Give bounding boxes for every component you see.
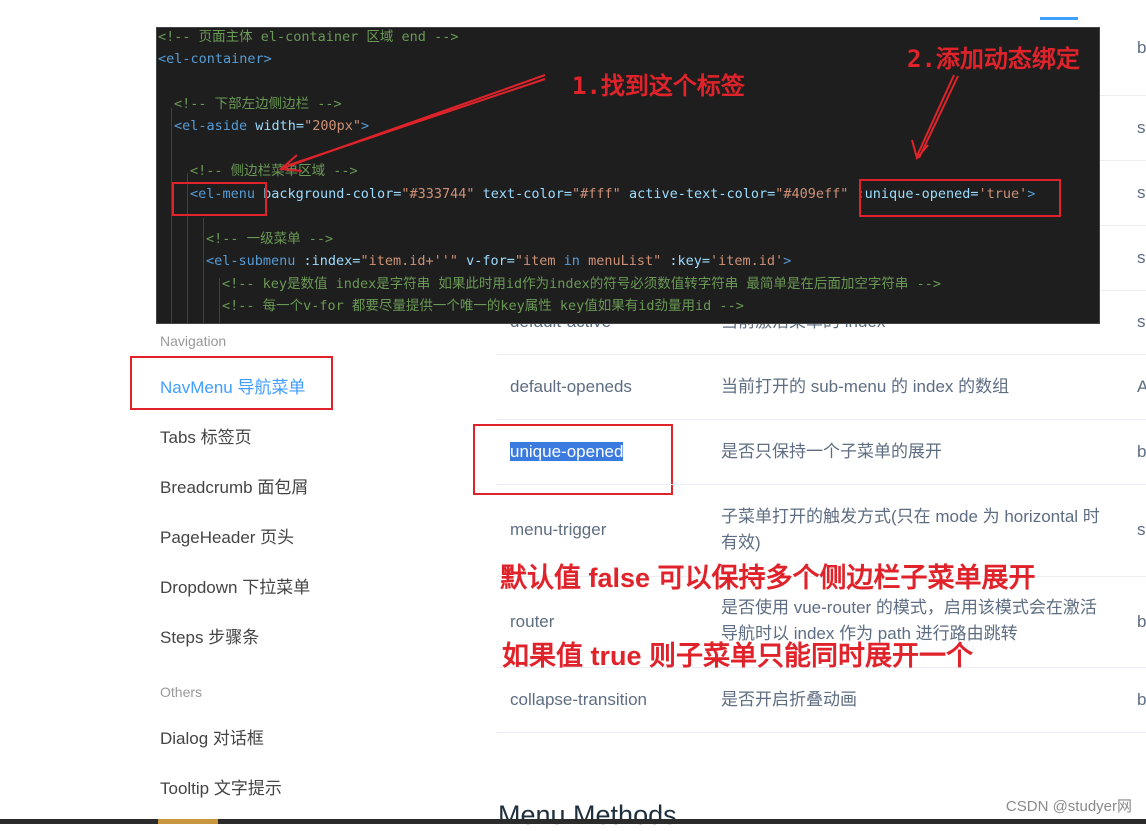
row-divider (497, 484, 1146, 485)
sidebar-item-dialog[interactable]: Dialog 对话框 (160, 724, 264, 749)
sidebar-item-steps[interactable]: Steps 步骤条 (160, 623, 259, 648)
annotation-arrows (278, 74, 959, 172)
nav-group-navigation: Navigation (160, 333, 227, 349)
type-fragment: s (1137, 118, 1146, 137)
row-divider (497, 419, 1146, 420)
table-row-name: menu-trigger (510, 520, 607, 539)
sidebar-item-dropdown[interactable]: Dropdown 下拉菜单 (160, 573, 310, 598)
table-row-type: b (1137, 612, 1146, 631)
table-row-desc: 是否只保持一个子菜单的展开 (721, 442, 942, 461)
table-row-type: A (1137, 377, 1146, 396)
annotation-true-note: 如果值 true 则子菜单只能同时展开一个 (502, 641, 974, 671)
table-row-name: collapse-transition (510, 690, 648, 709)
code-snippet: <!-- 页面主体 el-container 区域 end --> <el-co… (156, 27, 1100, 324)
type-fragment: b (1137, 38, 1146, 57)
section-title: Menu Methods (498, 800, 677, 830)
watermark: CSDN @studyer网 (1005, 798, 1132, 815)
table-row-name: default-openeds (510, 377, 632, 396)
table-row-name: router (510, 612, 555, 631)
table-row-desc: 当前打开的 sub-menu 的 index 的数组 (721, 377, 1010, 396)
tab-indicator (1040, 17, 1078, 20)
table-row-type: b (1137, 690, 1146, 709)
sidebar-item-pageheader[interactable]: PageHeader 页头 (160, 523, 294, 548)
type-fragment: s (1137, 248, 1146, 267)
table-row-type: b (1137, 442, 1146, 461)
type-fragment: s (1137, 183, 1146, 202)
annotation-false-note: 默认值 false 可以保持多个侧边栏子菜单展开 (500, 563, 1036, 593)
row-divider (497, 732, 1146, 733)
table-row-type: s (1137, 312, 1146, 331)
sidebar-item-tooltip[interactable]: Tooltip 文字提示 (160, 774, 282, 799)
table-row-desc: 子菜单打开的触发方式(只在 mode 为 horizontal 时有效) (721, 507, 1100, 552)
table-row-desc: 是否开启折叠动画 (721, 690, 857, 709)
sidebar-item-tabs[interactable]: Tabs 标签页 (160, 423, 252, 448)
row-divider (497, 354, 1146, 355)
bottom-bar-accent (158, 819, 218, 824)
sidebar-item-breadcrumb[interactable]: Breadcrumb 面包屑 (160, 473, 308, 498)
table-row-type: s (1137, 520, 1146, 539)
nav-group-others: Others (160, 684, 203, 700)
highlight-box-navmenu (130, 356, 333, 410)
